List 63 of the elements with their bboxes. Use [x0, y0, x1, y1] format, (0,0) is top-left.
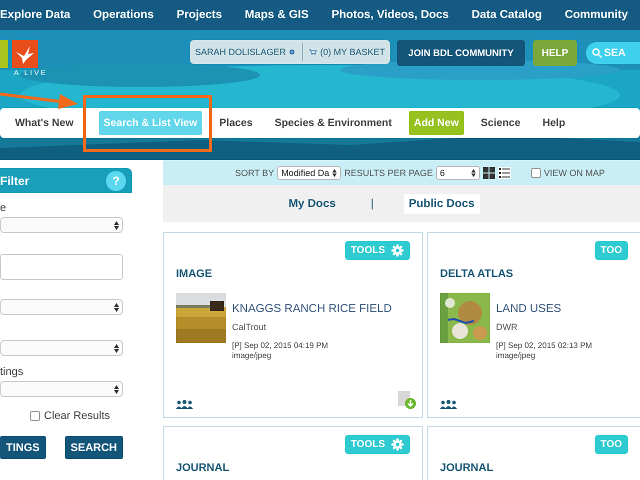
doc-title[interactable]: LAND USES [496, 303, 592, 315]
nav-link[interactable]: Projects [176, 9, 222, 21]
doc-source: CalTrout [232, 322, 268, 332]
nav-tab[interactable]: Help [537, 111, 570, 135]
nav-tab[interactable]: Places [214, 111, 258, 135]
nav-tab[interactable]: What's New [10, 111, 79, 135]
nav-link[interactable]: Operations [93, 9, 154, 21]
updown-icon [114, 220, 119, 230]
doc-date: [P] Sep 02, 2015 04:19 PM [232, 341, 330, 350]
action-button[interactable]: SEARCH [64, 436, 123, 459]
download-icon[interactable] [398, 391, 416, 409]
basket-link[interactable]: (0) MY BASKET [320, 47, 385, 57]
category-title: DELTA ATLAS [440, 268, 514, 280]
dropdown[interactable] [0, 299, 123, 315]
join-button[interactable]: JOIN BDL COMMUNITY [397, 40, 525, 66]
updown-icon [470, 168, 476, 176]
sort-dropdown[interactable]: Modified Da [277, 166, 342, 180]
category-title: JOURNAL [440, 462, 494, 474]
checkbox-label: VIEW ON MAP [544, 168, 605, 178]
nav-link[interactable]: Maps & GIS [244, 9, 309, 21]
nav-link[interactable]: Community [564, 9, 628, 21]
updown-icon [114, 384, 119, 394]
action-button[interactable]: TINGS [0, 436, 46, 459]
doc-tab[interactable]: My Docs [283, 194, 341, 214]
doc-mime: image/jpeg [232, 351, 272, 360]
separator: | [370, 198, 374, 210]
category-title: JOURNAL [176, 462, 230, 474]
updown-icon [332, 168, 338, 176]
dropdown[interactable] [0, 381, 123, 397]
dropdown[interactable] [0, 217, 123, 233]
input-field[interactable] [0, 254, 123, 280]
nav-link[interactable]: Data Catalog [472, 9, 542, 21]
doc-date: [P] Sep 02, 2015 02:13 PM [496, 341, 592, 350]
nav-tab[interactable]: Science [476, 111, 526, 135]
nav-tab[interactable]: Species & Environment [270, 111, 397, 135]
dropdown[interactable] [0, 340, 123, 356]
people-icon[interactable] [176, 400, 193, 409]
search-icon [592, 48, 602, 58]
doc-title[interactable]: KNAGGS RANCH RICE FIELD [232, 303, 392, 315]
field-label: tings [0, 366, 24, 378]
per-page-label: RESULTS PER PAGE [344, 168, 433, 178]
doc-tab[interactable]: Public Docs [404, 194, 480, 214]
checkbox[interactable] [530, 168, 541, 178]
field-label: e [0, 202, 6, 214]
doc-mime: image/jpeg [496, 351, 536, 360]
logo-icon [0, 40, 38, 68]
sort-label: SORT BY [235, 168, 274, 178]
gear-icon [391, 438, 404, 451]
nav-link[interactable]: Explore Data [0, 9, 70, 21]
updown-icon [114, 302, 119, 312]
people-icon[interactable] [440, 400, 457, 409]
per-page-dropdown[interactable]: 6 [436, 166, 480, 180]
gear-icon [391, 244, 404, 257]
nav-link[interactable]: Photos, Videos, Docs [331, 9, 449, 21]
updown-icon [114, 344, 119, 352]
checkbox-label: Clear Results [44, 410, 110, 422]
user-name[interactable]: SARAH DOLISLAGER [195, 47, 286, 57]
filter-title: Filter [0, 174, 30, 188]
list-view-icon[interactable] [498, 166, 511, 178]
grid-view-icon[interactable] [482, 166, 495, 178]
doc-source: DWR [496, 322, 518, 332]
checkbox[interactable] [30, 411, 40, 421]
category-title: IMAGE [176, 268, 214, 280]
